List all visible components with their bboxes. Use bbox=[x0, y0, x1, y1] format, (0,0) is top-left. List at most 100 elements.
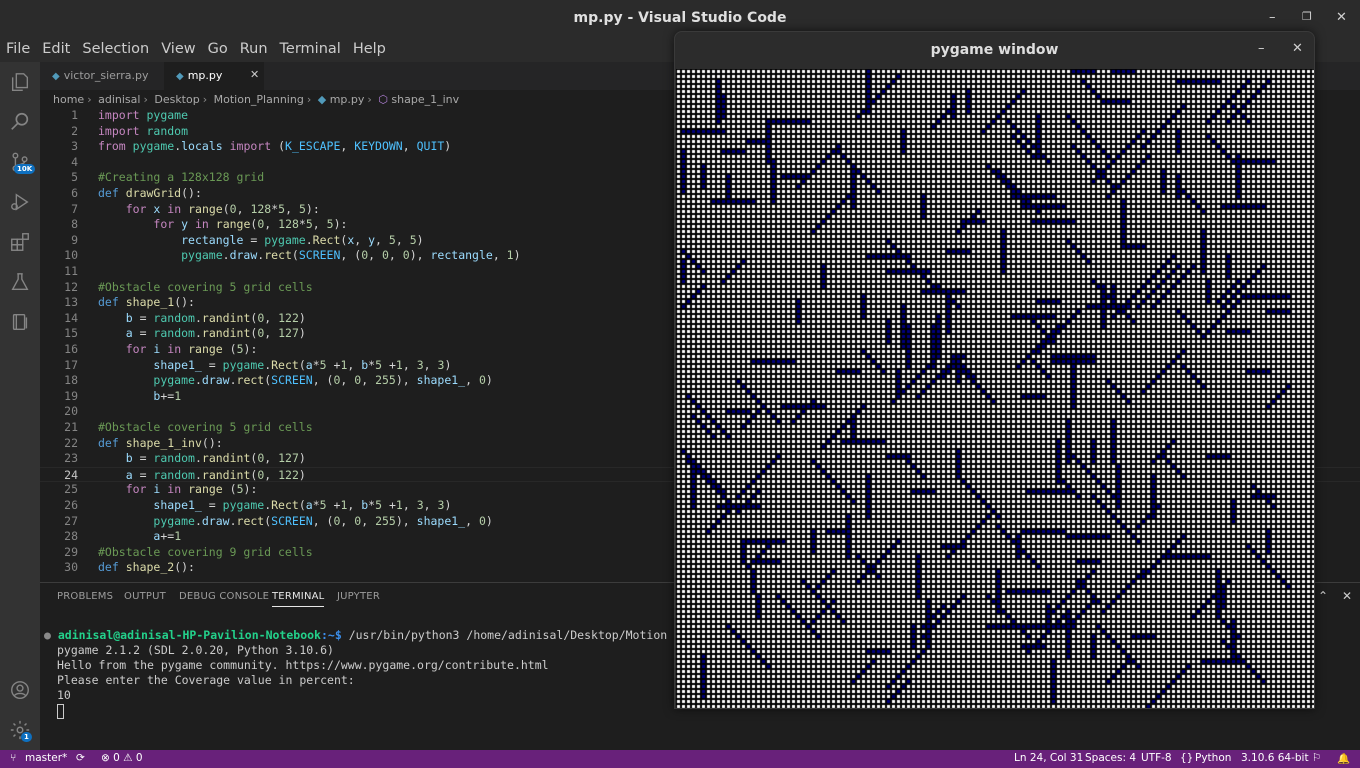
line-number: 14 bbox=[64, 310, 78, 325]
panel-tab-debug-console[interactable]: DEBUG CONSOLE bbox=[179, 591, 269, 602]
line-number: 16 bbox=[64, 342, 78, 356]
status-encoding[interactable]: UTF-8 bbox=[1141, 752, 1172, 764]
terminal-prompt-user: adinisal@adinisal-HP-Pavilion-Notebook bbox=[57, 628, 321, 642]
explorer-icon[interactable] bbox=[0, 62, 40, 102]
line-number: 4 bbox=[71, 154, 78, 169]
status-cursor-position[interactable]: Ln 24, Col 31 bbox=[1014, 752, 1083, 764]
line-number: 21 bbox=[64, 420, 78, 434]
window-minimize-button[interactable]: – bbox=[1269, 10, 1276, 25]
menu-selection[interactable]: Selection bbox=[76, 37, 155, 62]
braces-icon: {} bbox=[1180, 752, 1194, 764]
line-number: 30 bbox=[64, 560, 78, 575]
breadcrumb-item[interactable]: shape_1_inv bbox=[391, 93, 459, 106]
extensions-icon[interactable] bbox=[0, 222, 40, 262]
breadcrumb-item[interactable]: mp.py bbox=[330, 93, 365, 106]
tab-victor-sierra[interactable]: ◆ victor_sierra.py bbox=[40, 62, 164, 90]
code-text: rectangle = pygame.Rect(x, y, 5, 5) bbox=[181, 232, 424, 247]
breadcrumb-item[interactable]: Desktop bbox=[154, 93, 199, 106]
status-problems[interactable]: ⊗ 0 ⚠ 0 bbox=[101, 752, 143, 764]
sync-icon[interactable]: ⟳ bbox=[76, 752, 85, 764]
status-indentation[interactable]: Spaces: 4 bbox=[1085, 752, 1136, 764]
menu-view[interactable]: View bbox=[155, 37, 201, 62]
code-text: pygame.draw.rect(SCREEN, (0, 0, 255), sh… bbox=[153, 373, 493, 388]
menu-help[interactable]: Help bbox=[347, 37, 392, 62]
line-number: 29 bbox=[64, 544, 78, 559]
code-text: shape1_ = pygame.Rect(a*5 +1, b*5 +1, 3,… bbox=[153, 357, 452, 372]
line-number: 19 bbox=[64, 388, 78, 403]
panel-tab-problems[interactable]: PROBLEMS bbox=[57, 591, 113, 602]
run-debug-icon[interactable] bbox=[0, 182, 40, 222]
python-file-icon: ◆ bbox=[317, 93, 327, 106]
python-file-icon: ◆ bbox=[176, 71, 184, 82]
tab-close-icon[interactable]: ✕ bbox=[250, 68, 259, 81]
notifications-bell-icon[interactable]: 🔔 bbox=[1337, 752, 1350, 765]
window-maximize-button[interactable]: ❐ bbox=[1302, 10, 1312, 23]
menu-run[interactable]: Run bbox=[234, 37, 274, 62]
search-icon[interactable] bbox=[0, 102, 40, 142]
pygame-window: pygame window – ✕ bbox=[674, 31, 1315, 709]
line-number: 28 bbox=[64, 529, 78, 544]
line-number: 10 bbox=[64, 248, 78, 263]
panel-maximize-icon[interactable]: ⌃ bbox=[1318, 589, 1328, 603]
tab-mp[interactable]: ◆ mp.py ✕ bbox=[164, 62, 264, 90]
panel-tab-output[interactable]: OUTPUT bbox=[124, 591, 166, 602]
panel-tab-terminal[interactable]: TERMINAL bbox=[272, 591, 325, 607]
line-number: 2 bbox=[71, 123, 78, 138]
accounts-icon[interactable] bbox=[0, 670, 40, 710]
code-text: a+=1 bbox=[153, 529, 182, 544]
line-number: 24 bbox=[64, 467, 78, 482]
menu-terminal[interactable]: Terminal bbox=[274, 37, 347, 62]
pygame-close-button[interactable]: ✕ bbox=[1292, 41, 1303, 56]
feedback-icon[interactable]: ⚐ bbox=[1312, 752, 1321, 764]
code-text: #Obstacle covering 5 grid cells bbox=[98, 420, 313, 434]
terminal-output-line: Please enter the Coverage value in perce… bbox=[57, 673, 355, 687]
status-language[interactable]: Python bbox=[1195, 752, 1231, 764]
terminal-cursor[interactable] bbox=[57, 704, 64, 719]
menu-go[interactable]: Go bbox=[202, 37, 234, 62]
line-number: 22 bbox=[64, 435, 78, 450]
branch-icon: ⑂ bbox=[10, 752, 17, 764]
breadcrumb-item[interactable]: Motion_Planning bbox=[214, 93, 304, 106]
terminal-output-line: pygame 2.1.2 (SDL 2.0.20, Python 3.10.6) bbox=[57, 643, 334, 657]
manage-gear-icon[interactable]: 1 bbox=[0, 710, 40, 750]
code-text: from pygame.locals import (K_ESCAPE, KEY… bbox=[98, 139, 452, 154]
line-number: 11 bbox=[64, 264, 78, 278]
line-number: 8 bbox=[71, 217, 78, 232]
code-text: for i in range (5): bbox=[125, 342, 258, 356]
pygame-grid-canvas[interactable] bbox=[676, 69, 1314, 708]
python-file-icon: ◆ bbox=[52, 71, 60, 82]
function-symbol-icon: ⬡ bbox=[378, 93, 388, 106]
window-close-button[interactable]: ✕ bbox=[1336, 10, 1347, 25]
panel-tab-jupyter[interactable]: JUPYTER bbox=[337, 591, 380, 602]
line-number: 13 bbox=[64, 295, 78, 310]
menu-file[interactable]: File bbox=[0, 37, 36, 62]
code-text: pygame.draw.rect(SCREEN, (0, 0, 255), sh… bbox=[153, 513, 493, 528]
tab-label: mp.py bbox=[187, 69, 223, 82]
line-number: 20 bbox=[64, 404, 78, 419]
source-control-icon[interactable]: 10K bbox=[0, 142, 40, 182]
line-number: 1 bbox=[71, 108, 78, 122]
code-text: a = random.randint(0, 127) bbox=[125, 326, 306, 341]
breadcrumb-item[interactable]: home bbox=[53, 93, 84, 106]
line-number: 26 bbox=[64, 498, 78, 512]
testing-icon[interactable] bbox=[0, 262, 40, 302]
line-number: 27 bbox=[64, 513, 78, 528]
code-text: b = random.randint(0, 122) bbox=[125, 310, 306, 325]
breadcrumb-item[interactable]: adinisal bbox=[98, 93, 140, 106]
line-number: 7 bbox=[71, 201, 78, 216]
line-number: 9 bbox=[71, 232, 78, 247]
code-text: for x in range(0, 128*5, 5): bbox=[125, 201, 320, 216]
status-interpreter[interactable]: 3.10.6 64-bit bbox=[1241, 752, 1309, 764]
code-text: #Creating a 128x128 grid bbox=[98, 170, 265, 185]
menu-edit[interactable]: Edit bbox=[36, 37, 76, 62]
remote-explorer-icon[interactable] bbox=[0, 302, 40, 342]
code-text: for y in range(0, 128*5, 5): bbox=[153, 217, 348, 232]
code-text: def shape_1(): bbox=[98, 295, 195, 310]
panel-close-icon[interactable]: ✕ bbox=[1342, 589, 1352, 603]
pygame-minimize-button[interactable]: – bbox=[1258, 41, 1265, 56]
code-text: b = random.randint(0, 127) bbox=[125, 451, 306, 466]
terminal-output-line: 10 bbox=[57, 688, 71, 702]
code-text: def shape_1_inv(): bbox=[98, 435, 223, 450]
status-branch[interactable]: master* bbox=[25, 752, 67, 764]
code-text: a = random.randint(0, 122) bbox=[125, 467, 306, 482]
